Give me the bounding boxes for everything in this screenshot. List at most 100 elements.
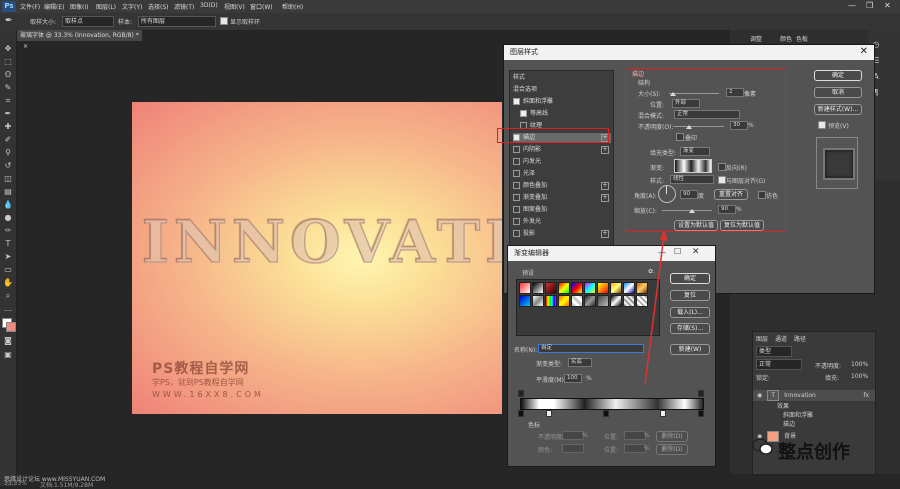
- stamp-tool-icon[interactable]: ⚲: [3, 148, 13, 158]
- add-icon[interactable]: +: [601, 182, 609, 190]
- eyedropper-icon[interactable]: ✒: [5, 16, 13, 26]
- gradient-save-button[interactable]: 存储(S)...: [670, 323, 710, 334]
- gradient-bar[interactable]: [520, 398, 704, 410]
- gradient-swatch[interactable]: [519, 295, 531, 307]
- checkbox[interactable]: [513, 206, 520, 213]
- menu-window[interactable]: 窗口(W): [250, 2, 273, 11]
- gradient-swatch[interactable]: [519, 282, 531, 294]
- healing-tool-icon[interactable]: ✚: [3, 122, 13, 132]
- document-tab-close-icon[interactable]: ×: [23, 43, 28, 50]
- style-item-outer-glow[interactable]: 外发光: [513, 217, 611, 227]
- stop-color-swatch[interactable]: [562, 444, 584, 453]
- style-item-pattern-overlay[interactable]: 图案叠加: [513, 205, 611, 215]
- menu-file[interactable]: 文件(F): [20, 2, 40, 11]
- menu-help[interactable]: 帮助(H): [282, 2, 303, 11]
- preview-checkbox[interactable]: [818, 121, 826, 129]
- maximize-icon[interactable]: ☐: [674, 247, 681, 256]
- menu-filter[interactable]: 滤镜(T): [174, 2, 194, 11]
- style-item-drop-shadow[interactable]: 投影 +: [513, 229, 611, 239]
- move-tool-icon[interactable]: ✥: [3, 44, 13, 54]
- gradient-swatch[interactable]: [545, 295, 557, 307]
- dodge-tool-icon[interactable]: ●: [3, 213, 13, 223]
- gradient-swatch[interactable]: [558, 295, 570, 307]
- sample-select[interactable]: 所有图层: [138, 16, 216, 27]
- gradient-swatch[interactable]: [558, 282, 570, 294]
- crop-tool-icon[interactable]: ⌗: [3, 96, 13, 106]
- maximize-button[interactable]: ❐: [866, 1, 873, 10]
- add-icon[interactable]: +: [601, 194, 609, 202]
- layer-effect-row[interactable]: 描边: [753, 419, 875, 430]
- checkbox[interactable]: [513, 230, 520, 237]
- gradient-swatch[interactable]: [571, 282, 583, 294]
- layer-opacity-value[interactable]: 100%: [851, 361, 868, 368]
- panel-tab-swatches[interactable]: 色板: [796, 34, 808, 43]
- gradient-swatch[interactable]: [584, 282, 596, 294]
- show-ring-checkbox[interactable]: [220, 17, 228, 25]
- checkbox[interactable]: [513, 182, 520, 189]
- style-item-inner-glow[interactable]: 内发光: [513, 157, 611, 167]
- cancel-button[interactable]: 取消: [814, 87, 862, 98]
- style-item-color-overlay[interactable]: 颜色叠加 +: [513, 181, 611, 191]
- hand-tool-icon[interactable]: ✋: [3, 278, 13, 288]
- eraser-tool-icon[interactable]: ◫: [3, 174, 13, 184]
- document-tab[interactable]: 玻璃字体 @ 33.3% (Innovation, RGB/8) * ×: [17, 30, 142, 50]
- type-tool-icon[interactable]: T: [3, 239, 13, 249]
- pen-tool-icon[interactable]: ✑: [3, 226, 13, 236]
- gradient-load-button[interactable]: 载入(L)...: [670, 307, 710, 318]
- panel-tab-adjust[interactable]: 调整: [750, 34, 762, 43]
- menu-select[interactable]: 选择(S): [148, 2, 169, 11]
- eyedropper-tool-icon[interactable]: ✒: [3, 109, 13, 119]
- ok-button[interactable]: 确定: [814, 70, 862, 81]
- menu-image[interactable]: 图像(I): [70, 2, 88, 11]
- delete-color-stop-button[interactable]: 删除(D): [656, 444, 688, 455]
- path-select-icon[interactable]: ➤: [3, 252, 13, 262]
- color-stop[interactable]: [518, 410, 524, 417]
- blend-mode-select[interactable]: 正常: [756, 359, 802, 370]
- smoothness-input[interactable]: 100: [564, 374, 582, 383]
- gradient-tool-icon[interactable]: ▤: [3, 187, 13, 197]
- gradient-swatch[interactable]: [532, 282, 544, 294]
- close-button[interactable]: ✕: [884, 1, 891, 10]
- more-tools-icon[interactable]: …: [3, 304, 13, 314]
- fx-badge[interactable]: fx: [863, 390, 869, 401]
- eye-icon[interactable]: ◉: [757, 392, 762, 399]
- minimize-button[interactable]: —: [848, 1, 856, 10]
- tab-layers[interactable]: 图层: [756, 334, 768, 343]
- checkbox[interactable]: [520, 110, 527, 117]
- add-icon[interactable]: +: [601, 146, 609, 154]
- gradient-swatch[interactable]: [597, 282, 609, 294]
- menu-view[interactable]: 视图(V): [224, 2, 245, 11]
- checkbox[interactable]: [513, 218, 520, 225]
- screen-mode-icon[interactable]: ▣: [3, 350, 13, 360]
- color-stop[interactable]: [546, 410, 552, 417]
- style-item-inner-shadow[interactable]: 内阴影 +: [513, 145, 611, 155]
- checkbox[interactable]: [513, 158, 520, 165]
- sample-size-select[interactable]: 取样点: [62, 16, 114, 27]
- document-canvas[interactable]: INNOVATIO PS教程自学网 学PS，就到PS教程自学网 WWW.16XX…: [132, 102, 502, 414]
- fill-value[interactable]: 100%: [851, 373, 868, 380]
- color-stop[interactable]: [698, 410, 704, 417]
- shape-tool-icon[interactable]: ▭: [3, 265, 13, 275]
- blend-options-item[interactable]: 混合选项: [513, 85, 611, 95]
- style-item-satin[interactable]: 光泽: [513, 169, 611, 179]
- checkbox[interactable]: [513, 98, 520, 105]
- panel-tab-color[interactable]: 颜色: [780, 34, 792, 43]
- styles-header[interactable]: 样式: [513, 73, 611, 83]
- color-location-input[interactable]: [624, 444, 646, 453]
- menu-edit[interactable]: 编辑(E): [44, 2, 64, 11]
- tab-channels[interactable]: 通道: [775, 334, 787, 343]
- add-icon[interactable]: +: [601, 230, 609, 238]
- style-item-gradient-overlay[interactable]: 渐变叠加 +: [513, 193, 611, 203]
- opacity-stop[interactable]: [698, 390, 704, 397]
- blur-tool-icon[interactable]: 💧: [3, 200, 13, 210]
- checkbox[interactable]: [513, 146, 520, 153]
- gradient-new-button[interactable]: 新建(W): [670, 344, 710, 355]
- brush-tool-icon[interactable]: ✐: [3, 135, 13, 145]
- stop-opacity-input[interactable]: [562, 431, 584, 440]
- gradient-swatch[interactable]: [571, 295, 583, 307]
- menu-type[interactable]: 文字(Y): [122, 2, 142, 11]
- checkbox[interactable]: [513, 194, 520, 201]
- marquee-tool-icon[interactable]: ⬚: [3, 57, 13, 67]
- checkbox[interactable]: [513, 170, 520, 177]
- quick-mask-icon[interactable]: ◙: [3, 336, 13, 346]
